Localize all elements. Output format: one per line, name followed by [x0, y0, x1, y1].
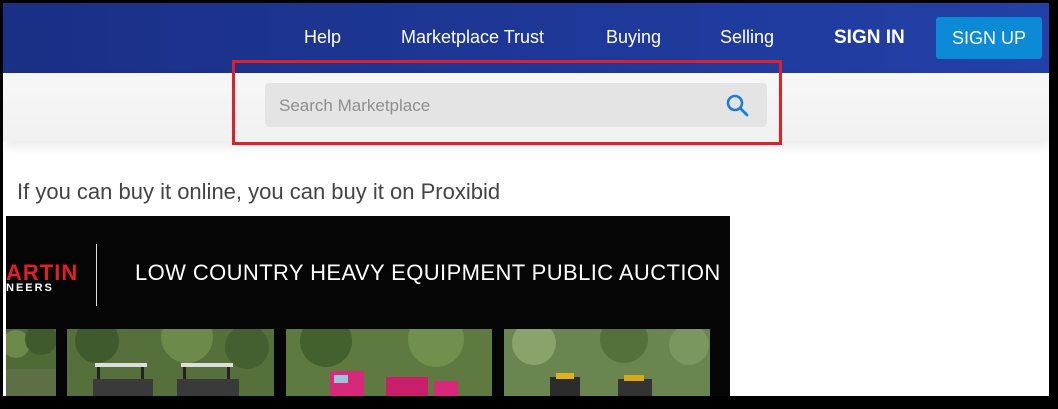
- equipment-photo-1: [6, 329, 56, 396]
- equipment-photo-2: [67, 329, 274, 396]
- nav-link-marketplace-trust[interactable]: Marketplace Trust: [401, 27, 544, 48]
- auctioneer-logo-subtitle: NEERS: [6, 282, 54, 294]
- equipment-photo-4: [504, 329, 710, 396]
- nav-link-help[interactable]: Help: [304, 27, 341, 48]
- browser-viewport: Help Marketplace Trust Buying Selling SI…: [3, 3, 1049, 396]
- sign-in-link[interactable]: SIGN IN: [834, 27, 905, 49]
- banner-divider: [96, 244, 97, 306]
- tagline: If you can buy it online, you can buy it…: [17, 179, 501, 204]
- nav-link-selling[interactable]: Selling: [720, 27, 774, 48]
- search-highlight-box: [232, 60, 782, 145]
- sign-up-button[interactable]: SIGN UP: [936, 17, 1042, 59]
- nav-link-buying[interactable]: Buying: [606, 27, 661, 48]
- equipment-photo-3: [286, 329, 492, 396]
- banner-title: LOW COUNTRY HEAVY EQUIPMENT PUBLIC AUCTI…: [135, 260, 721, 285]
- auction-banner[interactable]: ARTIN NEERS LOW COUNTRY HEAVY EQUIPMENT …: [6, 216, 730, 396]
